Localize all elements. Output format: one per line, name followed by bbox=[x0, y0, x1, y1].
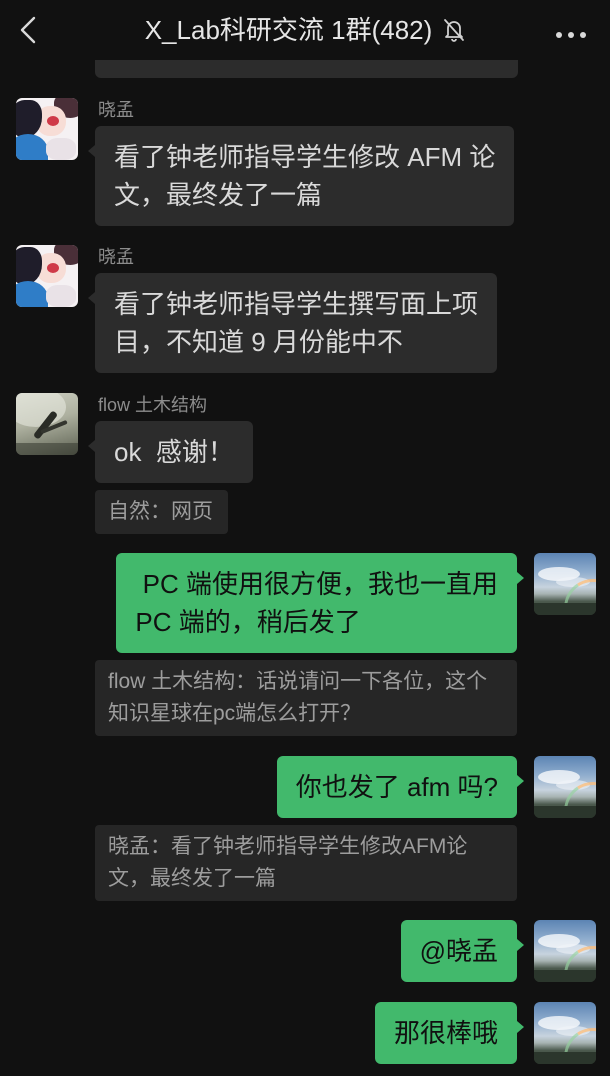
message-bubble[interactable]: 那很棒哦 bbox=[374, 1002, 525, 1064]
quote-text-line: flow 土木结构：话说请问一下各位，这个 bbox=[108, 670, 488, 693]
chat-title: X_Lab科研交流 1群(482) bbox=[144, 15, 433, 45]
quoted-message[interactable]: flow 土木结构：话说请问一下各位，这个 知识星球在pc端怎么打开？ bbox=[95, 660, 517, 736]
quote-text-line: 知识星球在pc端怎么打开？ bbox=[108, 702, 362, 725]
avatar-mouth-shape bbox=[47, 263, 59, 273]
message-text-line: 看了钟老师指导学生撰写面上项 bbox=[114, 289, 479, 319]
more-dots-icon[interactable] bbox=[555, 26, 587, 38]
avatar-mouth-shape bbox=[47, 116, 59, 126]
avatar-clothing-shape bbox=[16, 134, 48, 160]
avatar-hair-shape bbox=[16, 247, 42, 285]
message-bubble[interactable]: 你也发了 afm 吗? bbox=[276, 756, 525, 818]
chat-message-list[interactable]: 晓孟 看了钟老师指导学生修改 AFM 论 文，最终发了一篇 晓孟 看了钟老师指导… bbox=[0, 0, 610, 1076]
anime-girl-avatar[interactable] bbox=[16, 245, 78, 307]
bell-off-icon bbox=[443, 18, 465, 42]
avatar-land-shape bbox=[534, 1052, 596, 1064]
avatar-land-shape bbox=[534, 603, 596, 615]
sender-name: 晓孟 bbox=[98, 100, 134, 120]
message-bubble[interactable]: @晓孟 bbox=[400, 920, 525, 982]
rainbow-sky-avatar[interactable] bbox=[534, 920, 596, 982]
quoted-message[interactable]: 晓孟：看了钟老师指导学生修改AFM论 文，最终发了一篇 bbox=[95, 825, 517, 901]
message-bubble[interactable]: PC 端使用很方便，我也一直用 PC 端的，稍后发了 bbox=[116, 553, 524, 653]
avatar-hair-shape bbox=[16, 100, 42, 138]
message-text-line: PC 端使用很方便，我也一直用 bbox=[135, 569, 498, 599]
avatar-arm-shape bbox=[46, 285, 76, 307]
chat-header: X_Lab科研交流 1群(482) bbox=[0, 0, 610, 60]
sender-name: 晓孟 bbox=[98, 247, 134, 267]
message-bubble[interactable]: ok 感谢！ bbox=[88, 421, 253, 483]
message-text-line: PC 端的，稍后发了 bbox=[135, 607, 361, 637]
message-text-line: 看了钟老师指导学生修改 AFM 论 bbox=[114, 142, 496, 172]
chat-title-group: X_Lab科研交流 1群(482) bbox=[0, 0, 610, 60]
message-text-line: ok 感谢！ bbox=[114, 437, 234, 467]
avatar-arm-shape bbox=[46, 138, 76, 160]
message-text-line: 你也发了 afm 吗? bbox=[295, 772, 498, 802]
rainbow-sky-avatar[interactable] bbox=[534, 756, 596, 818]
message-text-line: @晓孟 bbox=[419, 936, 498, 966]
avatar-land-shape bbox=[534, 806, 596, 818]
quote-text-line: 自然：网页 bbox=[108, 500, 213, 523]
message-text-line: 文，最终发了一篇 bbox=[114, 180, 323, 210]
rainbow-sky-avatar[interactable] bbox=[534, 1002, 596, 1064]
message-text-line: 目，不知道 9 月份能中不 bbox=[114, 327, 403, 357]
avatar-ground-shape bbox=[16, 443, 78, 455]
quote-text-line: 文，最终发了一篇 bbox=[108, 867, 276, 890]
avatar-land-shape bbox=[534, 970, 596, 982]
anime-girl-avatar[interactable] bbox=[16, 98, 78, 160]
message-bubble[interactable]: 看了钟老师指导学生撰写面上项 目，不知道 9 月份能中不 bbox=[87, 273, 498, 373]
sender-name: flow 土木结构 bbox=[98, 395, 208, 415]
avatar-clothing-shape bbox=[16, 281, 48, 307]
message-text-line: 那很棒哦 bbox=[393, 1018, 498, 1048]
message-bubble[interactable]: 看了钟老师指导学生修改 AFM 论 文，最终发了一篇 bbox=[87, 126, 515, 226]
rainbow-sky-avatar[interactable] bbox=[534, 553, 596, 615]
quote-text-line: 晓孟：看了钟老师指导学生修改AFM论 bbox=[108, 835, 468, 858]
quoted-message[interactable]: 自然：网页 bbox=[95, 490, 228, 534]
misty-landscape-avatar[interactable] bbox=[16, 393, 78, 455]
